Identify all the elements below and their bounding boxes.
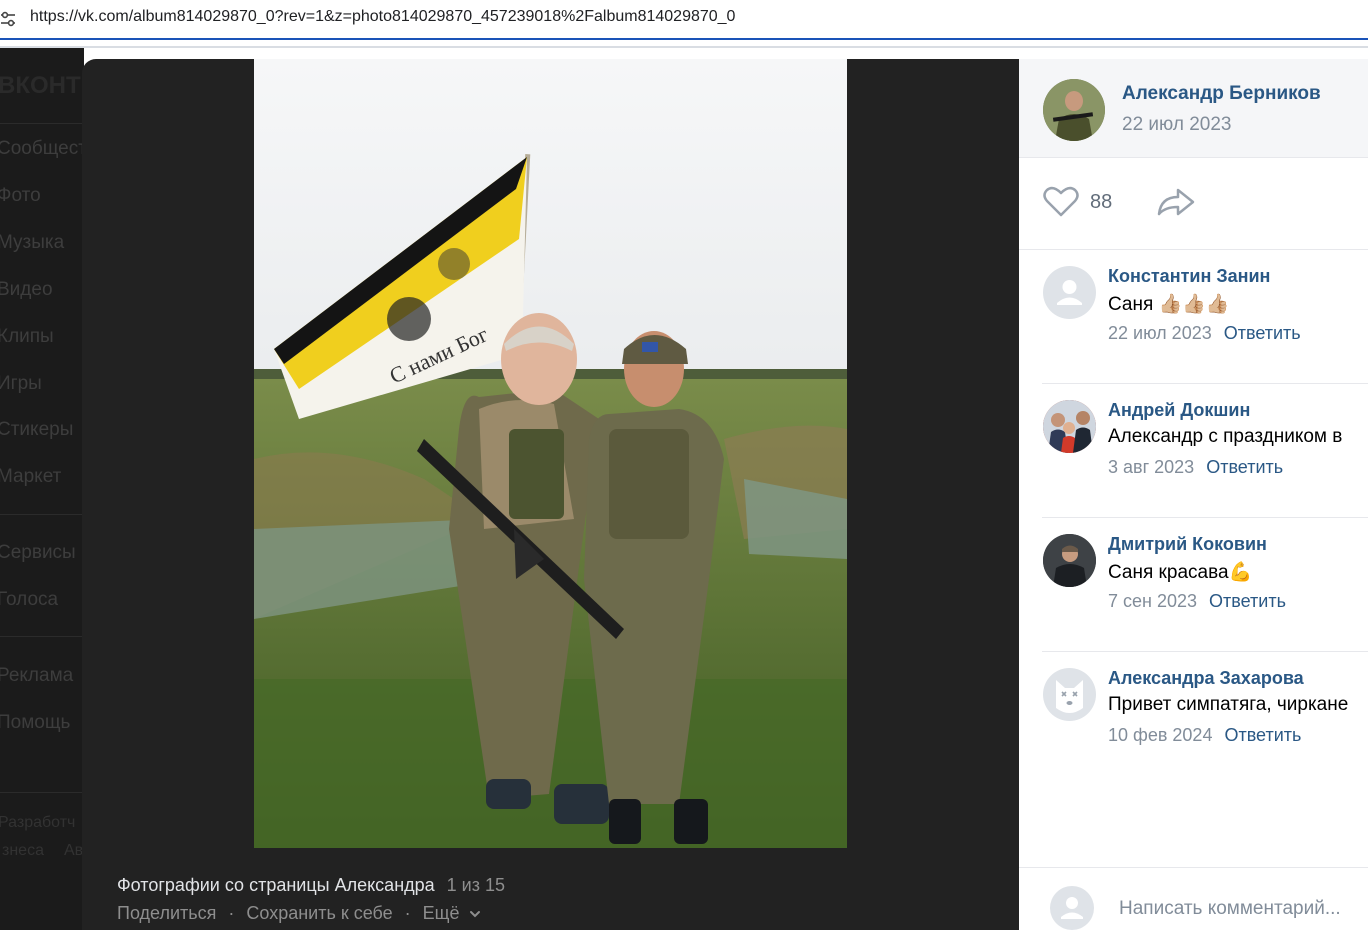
tune-icon[interactable] (0, 11, 16, 27)
sidebar-item-video[interactable]: Видео (0, 279, 53, 301)
comment-meta: 7 сен 2023 Ответить (1108, 591, 1286, 612)
comment-meta: 10 фев 2024 Ответить (1108, 725, 1301, 746)
sidebar-item-services[interactable]: Сервисы (0, 542, 76, 564)
comment-date[interactable]: 7 сен 2023 (1108, 591, 1197, 611)
deactivated-dog-icon (1056, 680, 1083, 713)
commenter-avatar[interactable] (1043, 400, 1096, 453)
app-window: https://vk.com/album814029870_0?rev=1&z=… (0, 0, 1368, 930)
comment-date[interactable]: 22 июл 2023 (1108, 323, 1212, 343)
sidebar-item-votes[interactable]: Голоса (0, 589, 58, 611)
share-button[interactable]: Поделиться (117, 903, 216, 923)
reply-button[interactable]: Ответить (1209, 591, 1286, 611)
photo-actions: Поделиться · Сохранить к себе · Ещё (117, 903, 481, 924)
comment-divider (1042, 517, 1368, 518)
commenter-name[interactable]: Андрей Докшин (1108, 400, 1250, 421)
footer-link-developers[interactable]: Разработч (0, 814, 75, 832)
photo-counter: 1 из 15 (446, 875, 505, 895)
comment-date[interactable]: 3 авг 2023 (1108, 457, 1194, 477)
comment-text: Привет симпатяга, чиркане (1108, 694, 1349, 715)
comment-text: Саня 👍🏼👍🏼👍🏼 (1108, 294, 1230, 315)
more-button[interactable]: Ещё (423, 903, 481, 923)
commenter-avatar[interactable] (1043, 534, 1096, 587)
sidebar-item-market[interactable]: Маркет (0, 466, 61, 488)
commenter-avatar[interactable] (1043, 266, 1096, 319)
commenter-name[interactable]: Дмитрий Коковин (1108, 534, 1267, 555)
comment-input[interactable]: Написать комментарий... (1119, 898, 1341, 920)
reply-button[interactable]: Ответить (1224, 323, 1301, 343)
save-to-self-button[interactable]: Сохранить к себе (246, 903, 392, 923)
comment-item: Дмитрий Коковин Саня красава💪 7 сен 2023… (1019, 526, 1368, 660)
photo[interactable]: С нами Бог (254, 59, 847, 848)
comment-text: Александр с праздником в (1108, 426, 1343, 447)
reply-button[interactable]: Ответить (1206, 457, 1283, 477)
comment-meta: 3 авг 2023 Ответить (1108, 457, 1283, 478)
comment-text: Саня красава💪 (1108, 562, 1253, 583)
sidebar-divider (0, 792, 84, 793)
commenter-avatar-image (1043, 534, 1096, 587)
reply-button[interactable]: Ответить (1224, 725, 1301, 745)
photo-viewer: С нами Бог Фотографии со страницы Алекса… (82, 59, 1019, 930)
author-block: Александр Берников 22 июл 2023 (1019, 59, 1368, 158)
my-avatar[interactable] (1050, 886, 1094, 930)
commenter-name[interactable]: Константин Занин (1108, 266, 1270, 287)
comment-divider (1042, 383, 1368, 384)
author-name[interactable]: Александр Берников (1122, 83, 1321, 105)
sidebar-divider (0, 636, 84, 637)
more-label: Ещё (422, 903, 460, 923)
post-date[interactable]: 22 июл 2023 (1122, 114, 1232, 136)
sidebar-item-stickers[interactable]: Стикеры (0, 419, 73, 441)
sidebar-item-music[interactable]: Музыка (0, 232, 64, 254)
default-user-icon (1057, 280, 1082, 305)
sidebar-divider (0, 514, 84, 515)
sidebar-item-clips[interactable]: Клипы (0, 326, 54, 348)
separator: · (228, 903, 235, 923)
album-caption: Фотографии со страницы Александра 1 из 15 (117, 875, 505, 896)
comment-item: Александра Захарова Привет симпатяга, чи… (1019, 660, 1368, 794)
chevron-down-icon (469, 911, 480, 918)
commenter-avatar[interactable] (1043, 668, 1096, 721)
photo-image: С нами Бог (254, 59, 847, 848)
left-sidebar: ВКОНТ Сообщест Фото Музыка Видео Клипы И… (0, 48, 84, 930)
author-avatar[interactable] (1043, 79, 1105, 141)
footer-link-more[interactable]: Ав (64, 842, 83, 860)
comment-item: Константин Занин Саня 👍🏼👍🏼👍🏼 22 июл 2023… (1019, 258, 1368, 392)
address-bar[interactable]: https://vk.com/album814029870_0?rev=1&z=… (0, 0, 1368, 40)
album-title[interactable]: Фотографии со страницы Александра (117, 875, 435, 895)
sidebar-item-photos[interactable]: Фото (0, 185, 41, 207)
sidebar-item-help[interactable]: Помощь (0, 712, 70, 734)
comment-meta: 22 июл 2023 Ответить (1108, 323, 1301, 344)
sidebar-divider (0, 123, 84, 124)
share-icon[interactable] (1156, 187, 1196, 217)
comment-divider (1042, 651, 1368, 652)
sidebar-item-games[interactable]: Игры (0, 373, 42, 395)
url-text[interactable]: https://vk.com/album814029870_0?rev=1&z=… (30, 8, 735, 26)
separator: · (404, 903, 411, 923)
heart-icon[interactable] (1043, 185, 1079, 217)
comment-compose: Написать комментарий... (1019, 867, 1368, 930)
vk-logo[interactable]: ВКОНТ (0, 72, 81, 100)
comment-item: Андрей Докшин Александр с праздником в 3… (1019, 392, 1368, 526)
right-panel: Александр Берников 22 июл 2023 88 Конста… (1019, 59, 1368, 930)
author-avatar-image (1043, 79, 1105, 141)
toolbar-divider (0, 46, 1368, 48)
commenter-name[interactable]: Александра Захарова (1108, 668, 1304, 689)
sidebar-item-ads[interactable]: Реклама (0, 665, 73, 687)
comment-date[interactable]: 10 фев 2024 (1108, 725, 1212, 745)
default-user-icon (1061, 897, 1083, 919)
commenter-avatar-image (1043, 400, 1096, 453)
likes-bar: 88 (1019, 157, 1368, 250)
sidebar-item-communities[interactable]: Сообщест (0, 138, 84, 160)
like-count[interactable]: 88 (1090, 191, 1112, 214)
footer-link-business[interactable]: знеса (2, 842, 44, 860)
